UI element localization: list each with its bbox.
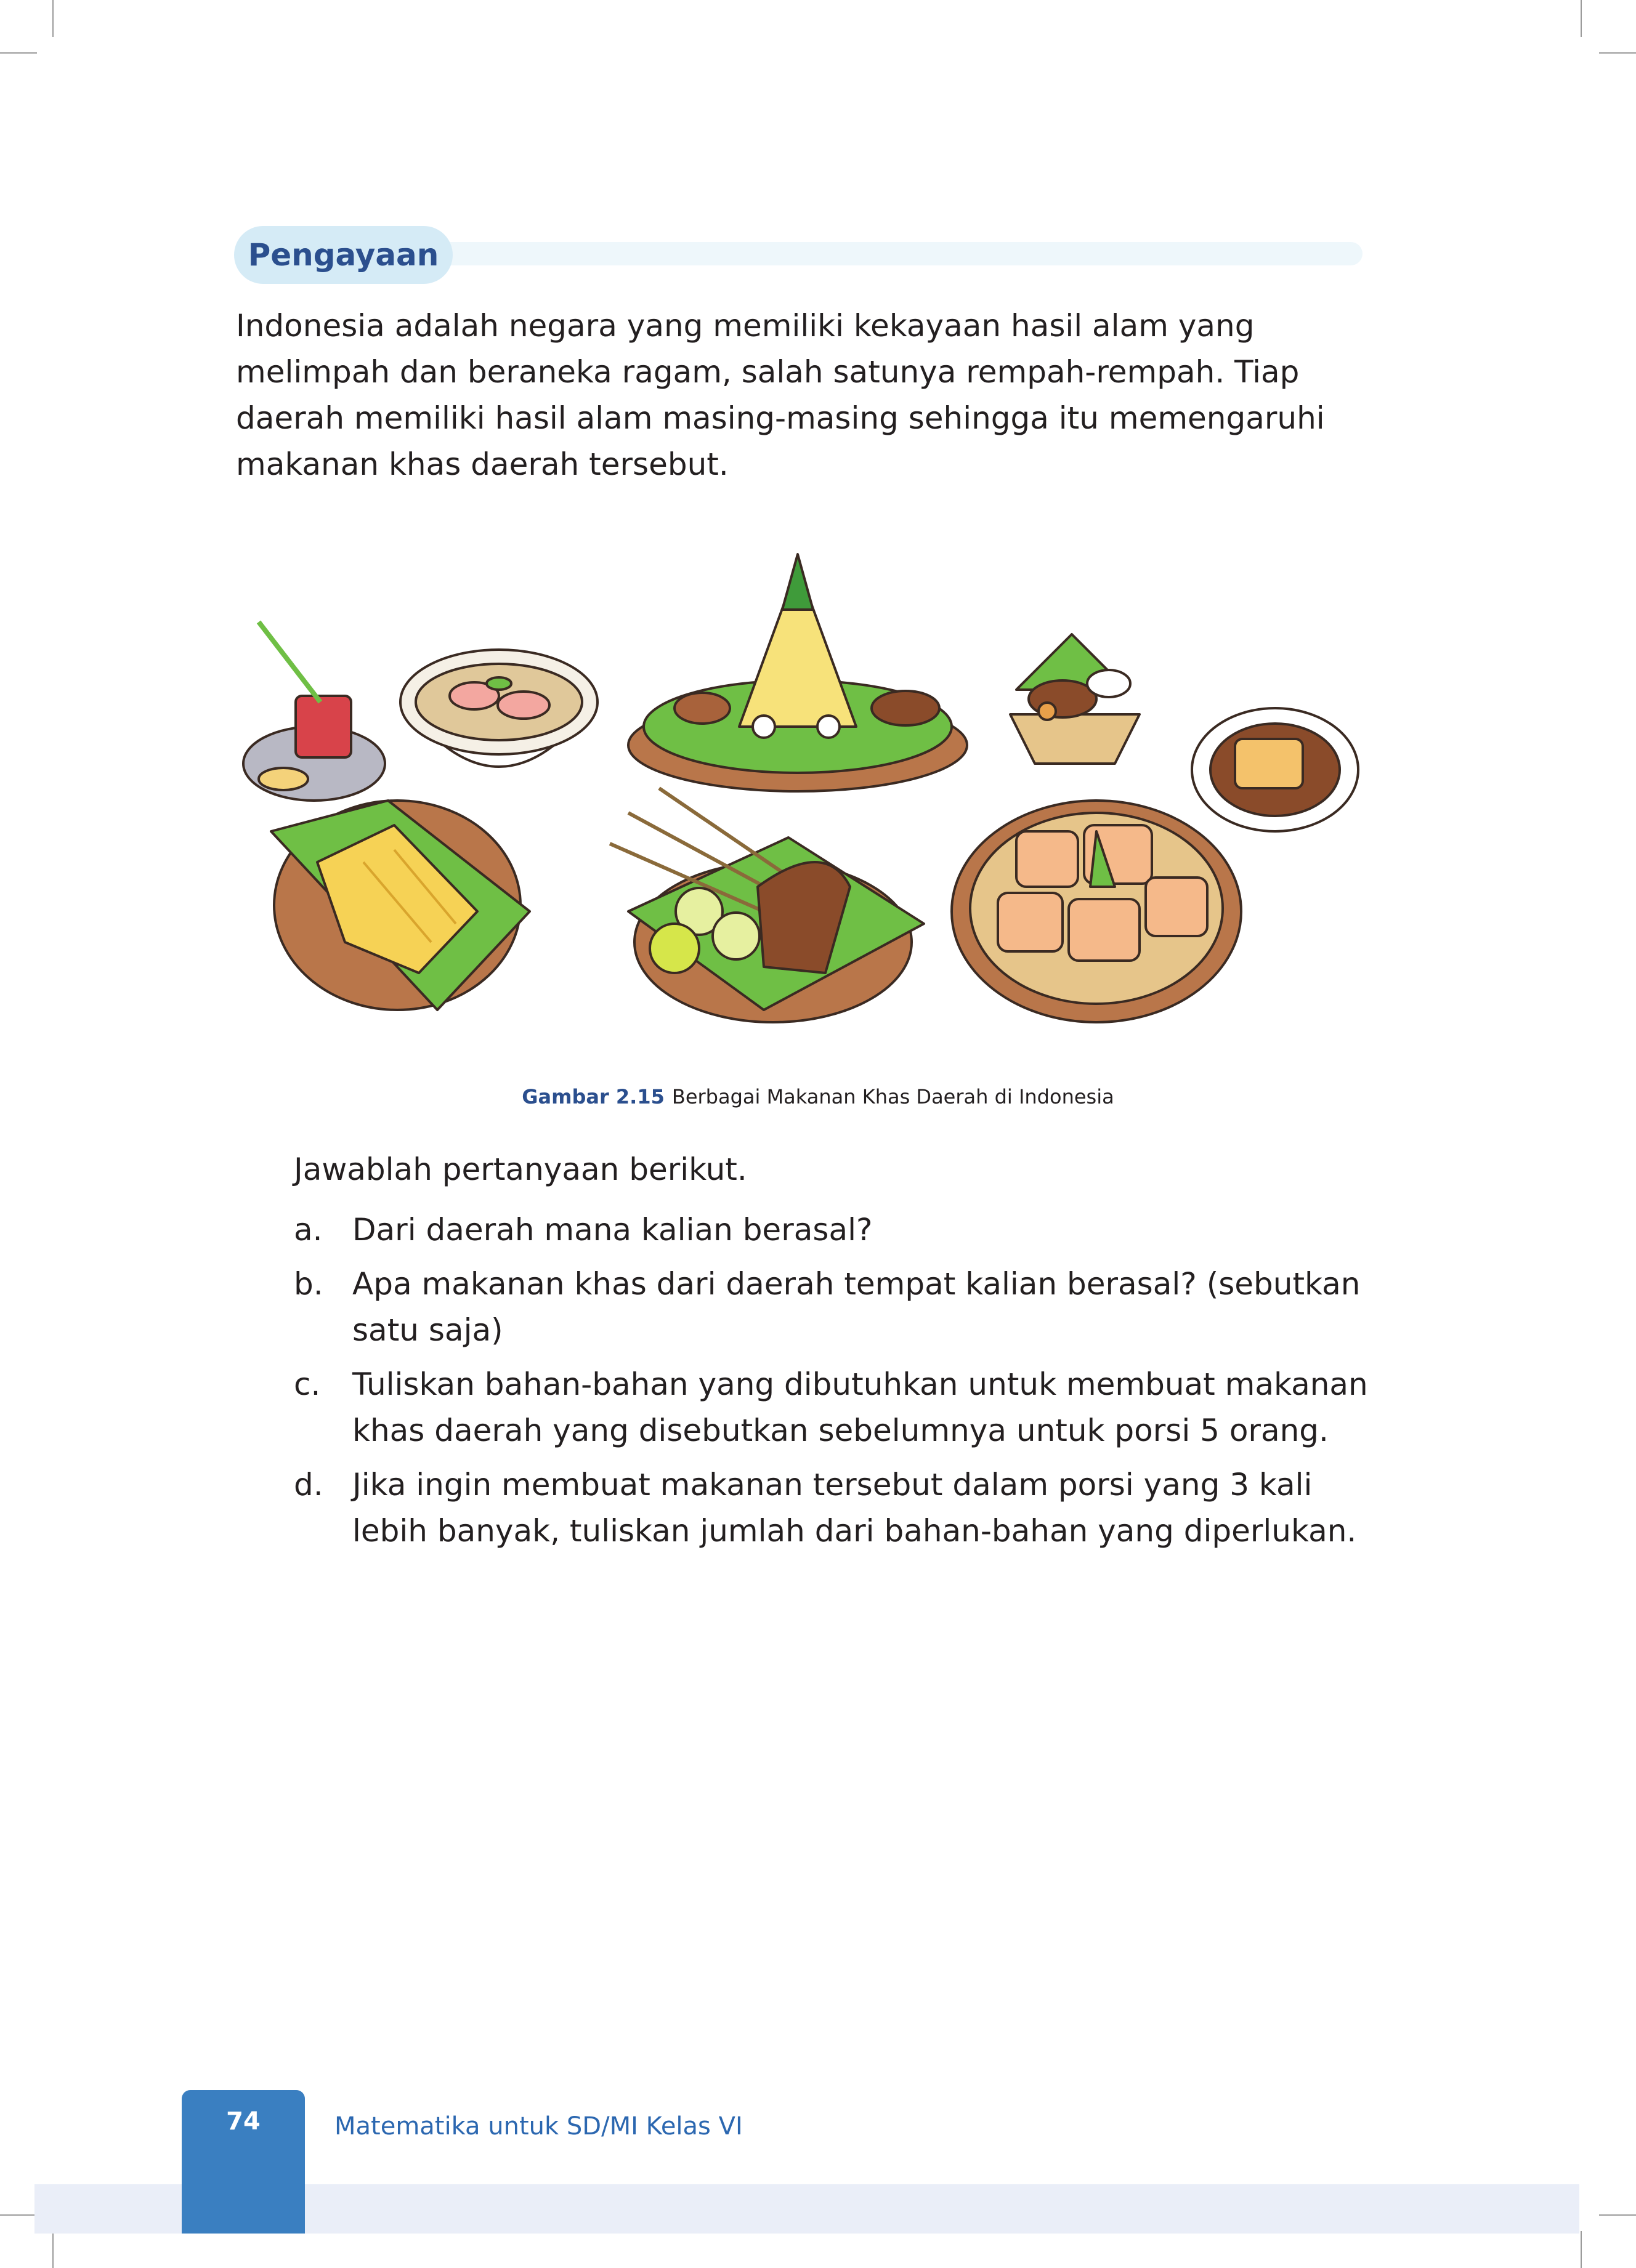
crop-mark <box>1599 2214 1636 2216</box>
food-illustration <box>234 542 1367 1041</box>
crop-mark <box>1581 2231 1582 2268</box>
tofu-plate-image <box>950 799 1242 1023</box>
question-marker: a. <box>294 1212 323 1248</box>
page-number: 74 <box>182 2090 305 2234</box>
book-title: Matematika untuk SD/MI Kelas VI <box>334 2112 743 2141</box>
crop-mark <box>52 0 54 37</box>
crop-mark <box>0 52 37 54</box>
satay-plate-image <box>609 786 925 1023</box>
section-label: Pengayaan <box>234 226 453 284</box>
question-item: d. Jika ingin membuat makanan tersebut d… <box>294 1462 1378 1554</box>
drink-glass-image <box>242 620 386 802</box>
crop-mark <box>0 2214 37 2216</box>
crop-mark <box>1581 0 1582 37</box>
question-marker: c. <box>294 1366 321 1402</box>
stew-bowl-image <box>1191 707 1359 833</box>
question-marker: d. <box>294 1467 323 1503</box>
questions-prompt: Jawablah pertanyaan berikut. <box>294 1152 747 1187</box>
question-marker: b. <box>294 1266 323 1302</box>
figure-caption: Gambar 2.15 Berbagai Makanan Khas Daerah … <box>0 1085 1636 1108</box>
soup-bowl-image <box>399 648 599 768</box>
question-item: b. Apa makanan khas dari daerah tempat k… <box>294 1261 1378 1354</box>
fried-food-plate-image <box>270 799 531 1011</box>
section-header-track <box>370 242 1363 265</box>
crop-mark <box>52 2231 54 2268</box>
rice-basket-image <box>1009 633 1141 765</box>
question-text: Tuliskan bahan-bahan yang dibutuhkan unt… <box>352 1366 1368 1448</box>
question-item: a. Dari daerah mana kalian berasal? <box>294 1207 1378 1253</box>
figure-caption-text: Berbagai Makanan Khas Daerah di Indonesi… <box>671 1085 1114 1108</box>
intro-paragraph: Indonesia adalah negara yang memiliki ke… <box>236 308 1325 482</box>
question-text: Jika ingin membuat makanan tersebut dala… <box>352 1467 1357 1549</box>
question-text: Dari daerah mana kalian berasal? <box>352 1212 873 1248</box>
question-item: c. Tuliskan bahan-bahan yang dibutuhkan … <box>294 1362 1378 1454</box>
crop-mark <box>1599 52 1636 54</box>
question-list: a. Dari daerah mana kalian berasal? b. A… <box>294 1207 1378 1562</box>
tumpeng-image <box>627 553 968 793</box>
question-text: Apa makanan khas dari daerah tempat kali… <box>352 1266 1361 1348</box>
figure-number: Gambar 2.15 <box>522 1085 665 1108</box>
